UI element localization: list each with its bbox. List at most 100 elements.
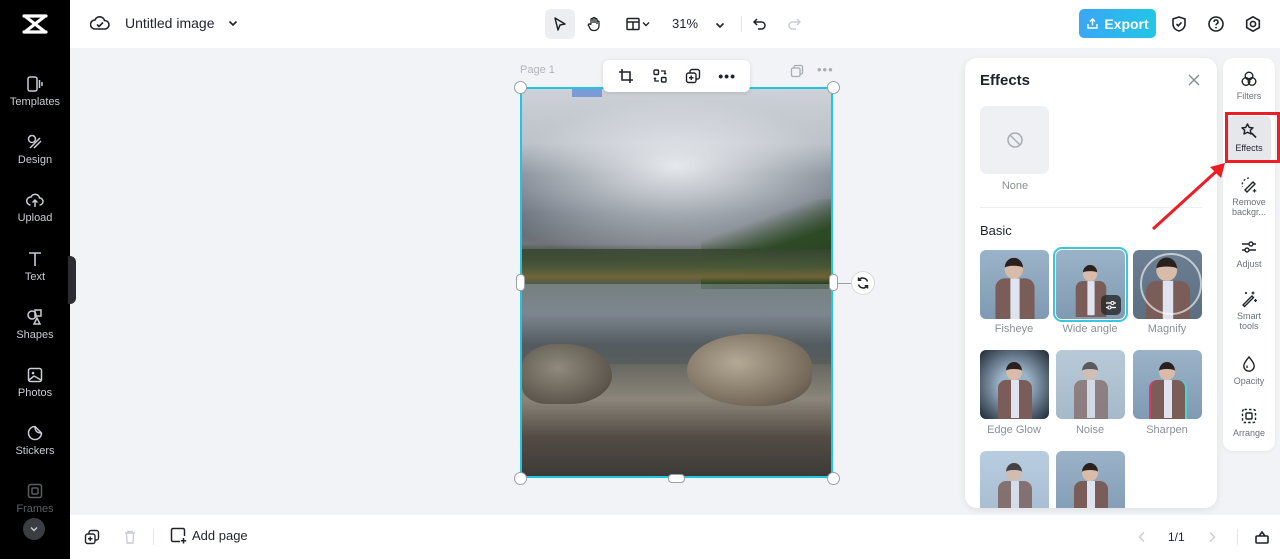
sidebar-collapse-handle[interactable] (68, 256, 76, 304)
effect-tile-fisheye[interactable] (980, 250, 1049, 319)
effect-label: Magnify (1147, 323, 1187, 335)
chevron-down-icon (642, 22, 650, 27)
app-root: Templates Design Upload Text Shapes Phot… (0, 0, 1280, 559)
image-floating-toolbar: ••• (603, 60, 750, 92)
layout-icon (626, 17, 640, 31)
redo-button[interactable] (779, 9, 809, 39)
sidebar-more-button[interactable] (23, 518, 45, 540)
layout-dropdown-button[interactable] (620, 9, 656, 39)
expand-pages-button[interactable] (1253, 528, 1271, 546)
effects-panel: Effects None Basic Fisheye Wide angle Ma… (965, 58, 1217, 508)
effect-tile-noise[interactable] (1056, 350, 1125, 419)
resize-handle-bottom-left[interactable] (514, 472, 527, 485)
filters-icon (1241, 71, 1257, 86)
help-icon[interactable] (1206, 14, 1226, 34)
sidebar-item-design[interactable]: Design (0, 133, 70, 185)
effect-tile[interactable] (1056, 451, 1125, 508)
replace-icon (652, 69, 667, 83)
resize-handle-top-right[interactable] (827, 81, 840, 94)
effect-none-tile[interactable] (980, 106, 1049, 174)
rail-item-filters[interactable]: Filters (1223, 70, 1275, 101)
resize-handle-bottom-right[interactable] (827, 472, 840, 485)
close-icon (1188, 74, 1200, 86)
sidebar-item-templates[interactable]: Templates (0, 75, 70, 127)
effect-tile-magnify[interactable] (1133, 250, 1202, 319)
page-panel-icon (1255, 530, 1269, 544)
previous-page-button[interactable] (1133, 528, 1151, 546)
rail-item-label: Adjust (1236, 259, 1262, 269)
crop-button[interactable] (614, 64, 638, 88)
sidebar-item-label: Templates (9, 96, 61, 108)
effect-tile-edge-glow[interactable] (980, 350, 1049, 419)
zoom-dropdown-chevron-icon[interactable] (714, 18, 726, 36)
remove-background-icon (1241, 177, 1257, 193)
rail-item-opacity[interactable]: Opacity (1223, 355, 1275, 386)
resize-handle-top-left[interactable] (514, 81, 527, 94)
replace-button[interactable] (648, 64, 672, 88)
page-indicator: 1/1 (1168, 530, 1185, 544)
rail-item-remove-background[interactable]: Remove backgr... (1223, 176, 1275, 217)
effect-none-label: None (1001, 180, 1029, 192)
shapes-icon (27, 309, 42, 325)
rail-item-smart-tools[interactable]: Smart tools (1223, 290, 1275, 331)
rail-item-label: Filters (1236, 91, 1262, 101)
settings-icon[interactable] (1243, 14, 1263, 34)
arrange-icon (1241, 408, 1257, 424)
resize-handle-right[interactable] (829, 274, 838, 291)
duplicate-button[interactable] (681, 64, 705, 88)
add-page-label: Add page (192, 528, 248, 543)
chevron-right-icon (1209, 532, 1216, 542)
zoom-level[interactable]: 31% (672, 16, 698, 31)
delete-page-button[interactable] (121, 528, 139, 546)
bottom-divider (153, 529, 154, 545)
sidebar-item-label: Design (17, 154, 53, 166)
hand-icon (587, 16, 600, 32)
sidebar-item-text[interactable]: Text (0, 250, 70, 302)
capcut-logo[interactable] (0, 0, 70, 48)
rail-item-arrange[interactable]: Arrange (1223, 407, 1275, 438)
effect-tile-sharpen[interactable] (1133, 350, 1202, 419)
duplicate-page-button[interactable] (83, 528, 101, 546)
upload-icon (26, 193, 44, 207)
duplicate-page-icon[interactable] (790, 64, 804, 83)
add-page-icon (170, 527, 187, 544)
sidebar-item-label: Text (24, 271, 46, 283)
no-effect-icon (1006, 132, 1023, 148)
effect-label: Fisheye (994, 323, 1034, 335)
export-button[interactable]: Export (1079, 9, 1156, 38)
effect-tile-wide-angle[interactable] (1053, 247, 1128, 322)
effect-tile[interactable] (980, 451, 1049, 508)
select-tool-button[interactable] (545, 9, 575, 39)
duplicate-page-icon (84, 529, 100, 545)
title-dropdown-chevron-icon[interactable] (227, 16, 239, 34)
rotate-button[interactable] (851, 271, 875, 295)
section-title-basic: Basic (980, 223, 1012, 238)
sidebar-item-stickers[interactable]: Stickers (0, 424, 70, 476)
undo-button[interactable] (745, 9, 775, 39)
sidebar-item-shapes[interactable]: Shapes (0, 308, 70, 360)
left-sidebar: Templates Design Upload Text Shapes Phot… (0, 0, 70, 559)
pointer-icon (554, 17, 566, 31)
photos-icon (27, 367, 43, 383)
page-more-options-icon[interactable]: ••• (817, 62, 834, 77)
hand-tool-button[interactable] (579, 9, 609, 39)
add-page-button[interactable]: Add page (170, 527, 248, 544)
annotation-highlight-box (1225, 112, 1280, 163)
sidebar-item-photos[interactable]: Photos (0, 366, 70, 418)
cloud-sync-icon[interactable] (89, 14, 110, 37)
next-page-button[interactable] (1203, 528, 1221, 546)
document-title[interactable]: Untitled image (125, 15, 215, 31)
canvas-image[interactable] (520, 87, 833, 478)
sidebar-item-upload[interactable]: Upload (0, 191, 70, 243)
close-panel-button[interactable] (1187, 73, 1201, 92)
mountain-lake-photo (522, 89, 831, 476)
effect-label: Noise (1075, 424, 1105, 436)
smart-tools-icon (1242, 291, 1257, 308)
resize-handle-bottom[interactable] (668, 474, 685, 483)
templates-icon (27, 76, 43, 92)
rail-item-adjust[interactable]: Adjust (1223, 238, 1275, 269)
resize-handle-left[interactable] (516, 274, 525, 291)
effect-settings-button[interactable] (1101, 295, 1121, 315)
more-options-icon[interactable]: ••• (715, 64, 739, 88)
shield-icon[interactable] (1169, 14, 1189, 34)
